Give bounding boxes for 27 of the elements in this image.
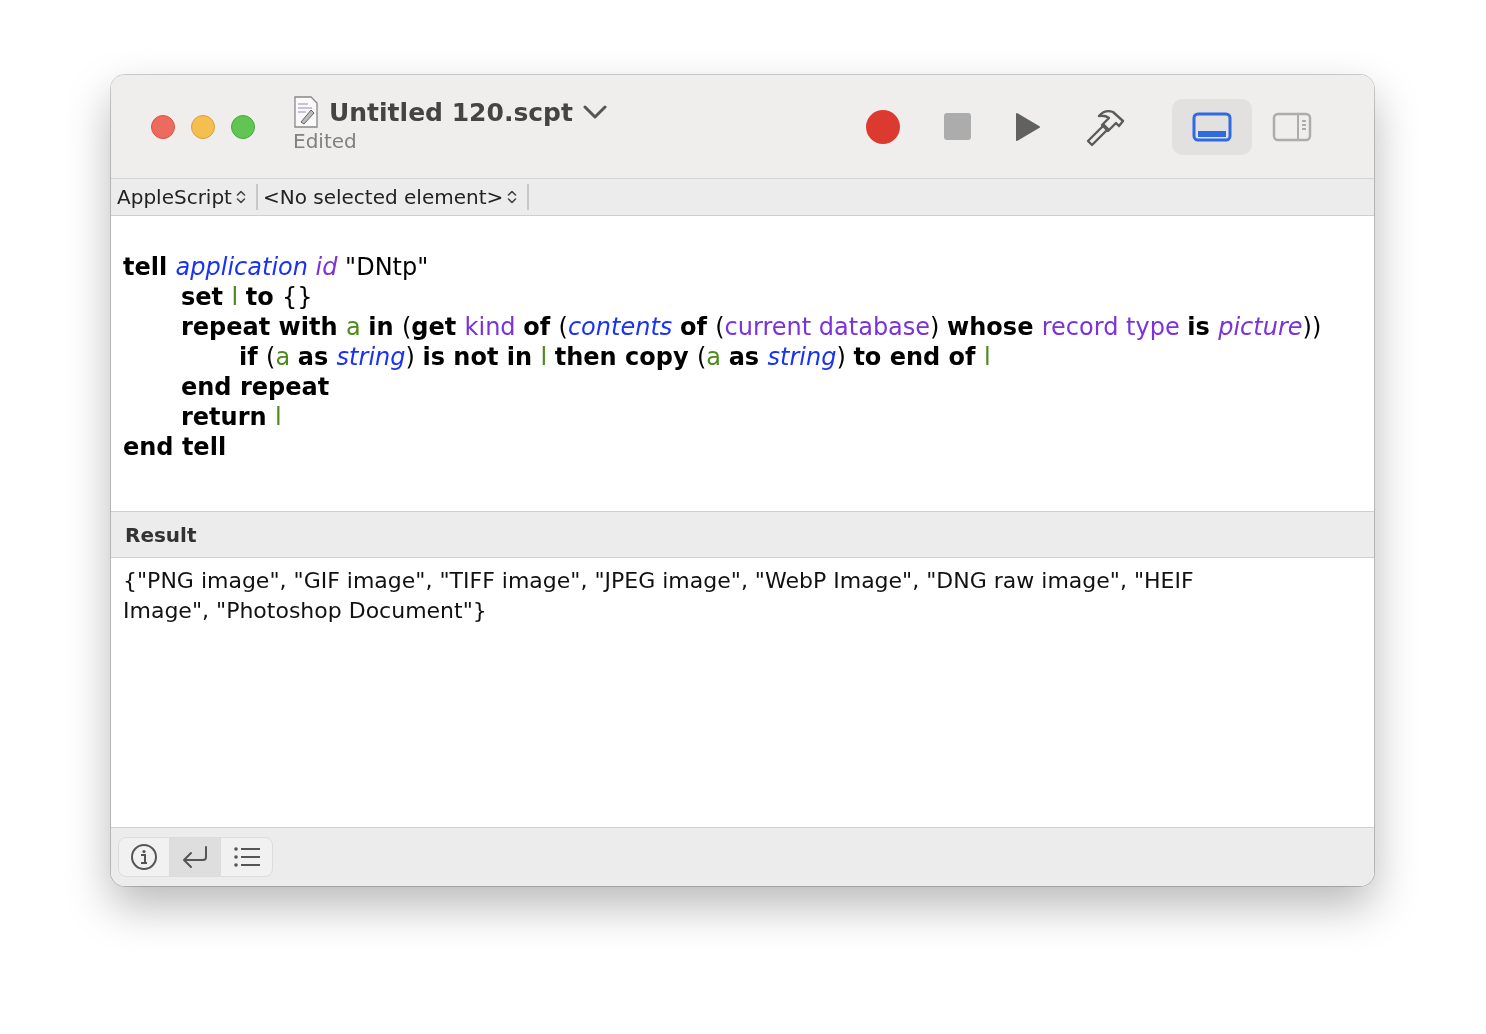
view-toggle-button[interactable] — [1172, 98, 1252, 155]
code-line: repeat with a in (get kind of (contents of (current database) whose record type is picture)) — [181, 312, 1322, 342]
code-line: if (a as string) is not in l then copy (a as string) to end of l — [239, 342, 991, 372]
sidebar-icon — [1272, 111, 1312, 142]
play-icon[interactable] — [1015, 111, 1041, 142]
navigation-popup[interactable]: <No selected element> — [262, 185, 504, 209]
up-down-chevron-icon — [507, 189, 518, 205]
code-line: tell application id "DNtp" — [123, 252, 429, 282]
chevron-down-icon[interactable] — [582, 104, 607, 120]
info-icon — [130, 843, 158, 871]
result-heading: Result — [125, 522, 197, 547]
return-arrow-icon — [181, 845, 209, 869]
code-line: return l — [181, 402, 282, 432]
navigation-popup[interactable]: AppleScript — [117, 185, 232, 209]
window-title: Untitled 120.scpt — [329, 97, 573, 127]
list-icon — [232, 846, 261, 868]
code-line: end repeat — [181, 372, 330, 402]
code-line: end tell — [123, 432, 227, 462]
record-icon[interactable] — [866, 109, 900, 144]
result-text: {"PNG image", "GIF image", "TIFF image", "JPEG image", "WebP Image", "DNG raw image", "HEIF Image", "Photoshop Document"} — [123, 568, 1194, 623]
script-document-icon — [293, 96, 319, 128]
up-down-chevron-icon — [235, 189, 246, 205]
bottom-panel-icon — [1192, 111, 1232, 142]
code-line: set l to {} — [181, 282, 313, 312]
edited-status: Edited — [293, 129, 358, 153]
close-button[interactable] — [151, 114, 175, 139]
return-button[interactable] — [170, 838, 221, 876]
